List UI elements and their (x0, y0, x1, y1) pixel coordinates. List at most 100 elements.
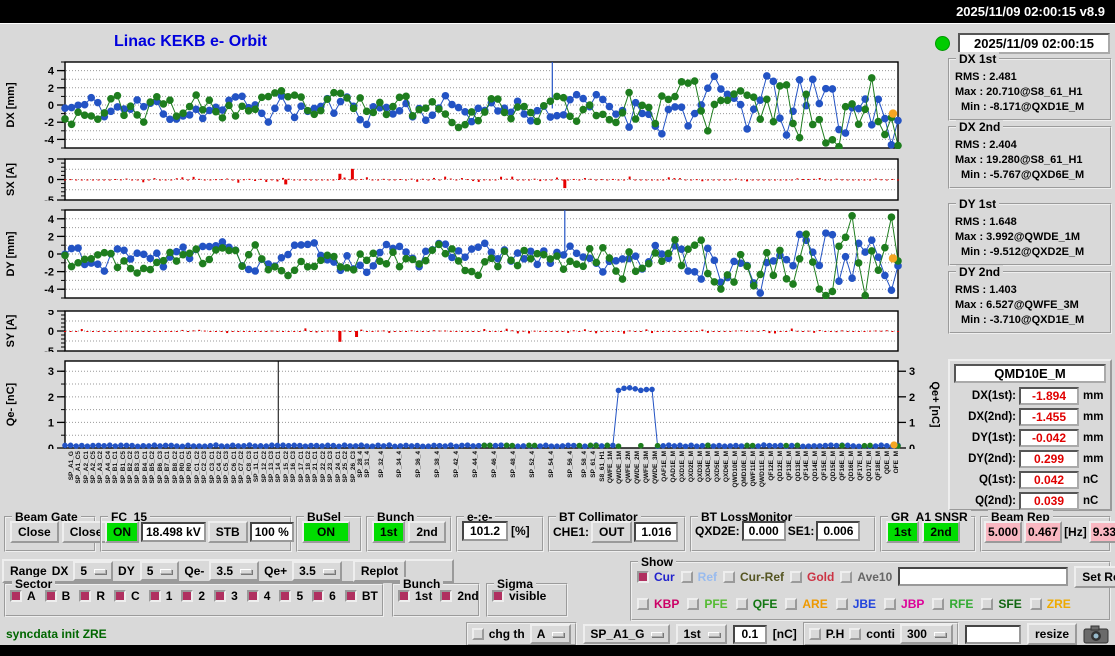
show-checkbox-rfe[interactable]: RFE (932, 597, 973, 611)
bpm-x-label: SP_46_4 (491, 451, 499, 478)
gr-a1-1st-button[interactable]: 1st (886, 521, 920, 543)
bunch-2nd-button[interactable]: 2nd (408, 521, 446, 543)
monitor-row-label: Q(1st): (978, 473, 1016, 486)
bpm-x-label: QF16E_M (839, 451, 847, 481)
show-checkbox-ref[interactable]: Ref (680, 570, 717, 584)
show-checkbox-sfe[interactable]: SFE (981, 597, 1022, 611)
che1-out-button[interactable]: OUT (591, 521, 633, 543)
sector-checkbox-3[interactable]: 3 (214, 589, 238, 603)
bpm-name-axis: SP_A1_G SP_A1_C5 SP_A2_C1 SP_A2_C5 SP_A3_C2 S… (65, 450, 898, 514)
ref-name-input[interactable] (898, 567, 1069, 586)
th-select[interactable]: A (529, 624, 572, 644)
show-checkbox-ave10[interactable]: Ave10 (840, 570, 892, 584)
chg-th-checkbox[interactable] (471, 628, 484, 640)
bunch-checkbox-2nd[interactable]: 2nd (440, 589, 479, 603)
show-checkbox-qfe[interactable]: QFE (735, 597, 777, 611)
sector-checkbox-1[interactable]: 1 (148, 589, 172, 603)
sector-checkbox-c[interactable]: C (114, 589, 140, 603)
beam-rep-percent-value: 9.333 (1088, 521, 1115, 543)
status-bar: syncdata init ZRE chg th A SP_A1_G 1st [… (0, 622, 1115, 646)
monitor-row: DY(1st): -0.042 mm (954, 427, 1106, 448)
svg-text:3: 3 (48, 366, 54, 378)
range-dx-select[interactable]: 5 (73, 561, 114, 581)
svg-text:-2: -2 (44, 117, 54, 129)
bpm-x-label: SP_A2_C1 (82, 451, 90, 484)
beam-gate-close-button-1[interactable]: Close (10, 521, 59, 543)
range-qem-select[interactable]: 3.5 (209, 561, 260, 581)
sector-checkbox-r[interactable]: R (79, 589, 105, 603)
show-checkbox-zre[interactable]: ZRE (1029, 597, 1071, 611)
bunch-1st-button[interactable]: 1st (372, 521, 406, 543)
svg-text:Qe- [nC]: Qe- [nC] (5, 382, 17, 426)
checkbox-indicator (440, 590, 453, 602)
stat-max: Max : 3.992@QWDE_1M (955, 231, 1081, 243)
replot-button[interactable]: Replot (352, 560, 407, 582)
monitor-row-value: -0.042 (1019, 428, 1079, 447)
sp-device-select[interactable]: SP_A1_G (583, 624, 671, 644)
checkbox-indicator (884, 597, 897, 610)
ph-checkbox[interactable] (808, 628, 821, 640)
show-checkbox-gold[interactable]: Gold (790, 570, 834, 584)
show-checkbox-are[interactable]: ARE (785, 597, 828, 611)
checkbox-indicator (344, 590, 357, 602)
stat-max: Max : 20.710@S8_61_H1 (955, 86, 1083, 98)
sector-checkbox-a[interactable]: A (10, 589, 36, 603)
aux-input[interactable] (964, 624, 1021, 644)
points-select[interactable]: 300 (899, 624, 953, 644)
busel-on-button[interactable]: ON (302, 521, 350, 543)
show-checkbox-jbp[interactable]: JBP (884, 597, 924, 611)
monitor-row: Q(2nd): 0.039 nC (954, 490, 1106, 511)
bpm-x-label: SP_A4_C4 (104, 451, 112, 484)
che1-value: 1.016 (634, 522, 679, 542)
checkbox-indicator (981, 597, 994, 610)
svg-text:DY [mm]: DY [mm] (5, 231, 17, 276)
show-checkbox-jbe[interactable]: JBE (835, 597, 876, 611)
range-label: Range (10, 564, 47, 578)
show-checkbox-pfe[interactable]: PFE (687, 597, 728, 611)
charge-threshold-input[interactable] (732, 624, 767, 644)
sector-checkbox-4[interactable]: 4 (246, 589, 270, 603)
sector-checkbox-6[interactable]: 6 (312, 589, 336, 603)
svg-text:-2: -2 (44, 267, 54, 279)
checkbox-indicator (680, 570, 693, 583)
bpm-x-label: SP_25_C2 (342, 451, 350, 483)
bpm-x-label: QWDE_3M (652, 451, 660, 484)
sector-checkbox-bt[interactable]: BT (344, 589, 378, 603)
gr-a1-2nd-button[interactable]: 2nd (922, 521, 960, 543)
checkbox-indicator (312, 590, 325, 602)
range-qep-select[interactable]: 3.5 (292, 561, 342, 581)
sector-checkbox-b[interactable]: B (44, 589, 70, 603)
bpm-x-label: SP_14_C1 (275, 451, 283, 483)
bpm-x-label: SP_58_4 (580, 451, 588, 478)
monitor-row-unit: nC (1083, 473, 1099, 486)
fc15-on-button[interactable]: ON (105, 521, 139, 543)
sector-checkbox-2[interactable]: 2 (181, 589, 205, 603)
bunch-select[interactable]: 1st (676, 624, 727, 644)
bpm-x-label: SP_B1_C1 (112, 451, 120, 484)
dropdown-indicator (322, 568, 335, 574)
show-checkbox-kbp[interactable]: KBP (637, 597, 679, 611)
svg-text:0: 0 (48, 249, 54, 261)
show-checkbox-cur-ref[interactable]: Cur-Ref (723, 570, 784, 584)
resize-button[interactable]: resize (1026, 623, 1077, 645)
set-ref-button[interactable]: Set Ref (1074, 565, 1115, 588)
fc15-stb-button[interactable]: STB (207, 521, 248, 543)
bpm-x-label: SP_R0_C5 (186, 451, 194, 484)
bunch-checkbox-1st[interactable]: 1st (398, 589, 432, 603)
stat-rms: RMS : 1.403 (955, 284, 1017, 296)
bpm-x-label: QWFE_3M (643, 451, 651, 484)
camera-icon[interactable] (1083, 624, 1109, 644)
bpm-x-label: SP_B1_C5 (119, 451, 127, 484)
monitor-row: Q(1st): 0.042 nC (954, 469, 1106, 490)
bpm-x-label: QWFE_2M (625, 451, 633, 484)
range-dy-select[interactable]: 5 (139, 561, 180, 581)
conti-checkbox[interactable] (849, 628, 862, 640)
gr-a1-snsr-group: GR_A1 SNSR 1st 2nd (880, 510, 976, 552)
show-checkbox-cur[interactable]: Cur (637, 570, 675, 584)
bpm-x-label: QXD2E_M (687, 451, 695, 483)
sigma-visible-checkbox[interactable]: visible (492, 589, 546, 603)
monitor-bpm-name[interactable]: QMD10E_M (954, 364, 1106, 383)
sector-checkbox-5[interactable]: 5 (279, 589, 303, 603)
svg-text:5: 5 (48, 158, 54, 166)
checkbox-label: 5 (296, 589, 304, 603)
